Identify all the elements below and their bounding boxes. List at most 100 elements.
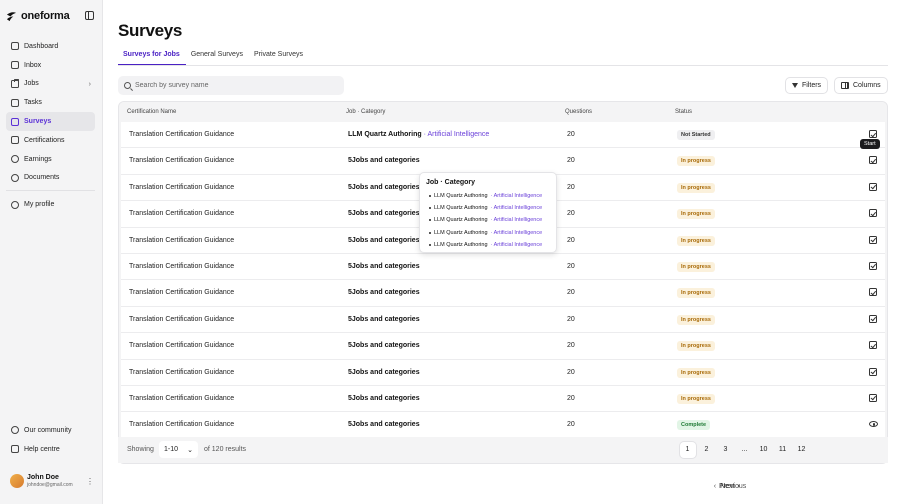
job-name: 5Jobs and categories xyxy=(348,368,420,376)
sidebar-item-dashboard[interactable]: Dashboard xyxy=(6,37,95,56)
sidebar-item-jobs[interactable]: Jobs › xyxy=(6,75,95,94)
sidebar-item-label: Our community xyxy=(24,426,72,434)
job-category[interactable]: 5Jobs and categories xyxy=(348,289,420,296)
column-header-status[interactable]: Status xyxy=(675,109,692,115)
table-row[interactable]: Translation Certification Guidance 5Jobs … xyxy=(121,307,885,334)
status-badge: In progress xyxy=(677,288,715,299)
sidebar-item-certifications[interactable]: Certifications xyxy=(6,131,95,150)
table-row[interactable]: Translation Certification Guidance 5Jobs … xyxy=(121,386,885,413)
job-name: 5Jobs and categories xyxy=(348,262,420,270)
status-badge: In progress xyxy=(677,341,715,352)
table-row[interactable]: Translation Certification Guidance 5Jobs … xyxy=(121,333,885,360)
job-name: 5Jobs and categories xyxy=(348,236,420,244)
page-button[interactable]: 10 xyxy=(756,442,772,458)
main-content: Surveys Surveys for Jobs General Surveys… xyxy=(103,0,900,504)
table-row[interactable]: Translation Certification Guidance 5Jobs … xyxy=(121,254,885,281)
job-category[interactable]: 5Jobs and categories xyxy=(348,184,420,191)
certification-name: Translation Certification Guidance xyxy=(129,368,235,376)
start-survey-icon[interactable] xyxy=(869,130,877,138)
question-count: 20 xyxy=(567,394,575,402)
user-menu[interactable]: John Doe johndoe@gmail.com xyxy=(10,474,73,488)
column-header-questions[interactable]: Questions xyxy=(565,109,592,115)
job-category[interactable]: 5Jobs and categories xyxy=(348,210,420,217)
view-icon[interactable] xyxy=(869,421,878,428)
more-vertical-icon[interactable]: ⋮ xyxy=(86,478,94,486)
sidebar-bottom-nav: Our community Help centre xyxy=(6,421,95,459)
sidebar-item-my-profile[interactable]: My profile xyxy=(6,195,95,214)
dashboard-icon xyxy=(11,42,19,51)
sidebar-item-help-centre[interactable]: Help centre xyxy=(6,440,95,459)
inbox-icon xyxy=(11,61,19,70)
popover-item: LLM Quartz Authoring · Artificial Intell… xyxy=(426,214,550,226)
table-row[interactable]: Translation Certification Guidance 5Jobs … xyxy=(121,360,885,386)
search-box xyxy=(118,76,344,95)
columns-button[interactable]: Columns xyxy=(834,77,888,94)
table-row[interactable]: Translation Certification Guidance 5Jobs … xyxy=(121,148,885,175)
job-category[interactable]: 5Jobs and categories xyxy=(348,395,420,402)
job-category[interactable]: 5Jobs and categories xyxy=(348,237,420,244)
start-survey-icon[interactable] xyxy=(869,182,877,191)
job-category[interactable]: 5Jobs and categories xyxy=(348,263,420,270)
page-button[interactable]: 3 xyxy=(718,442,734,458)
tab-private-surveys[interactable]: Private Surveys xyxy=(249,51,309,65)
popover-job: LLM Quartz Authoring xyxy=(434,241,488,248)
job-category[interactable]: 5Jobs and categories xyxy=(348,421,420,428)
job-category[interactable]: LLM Quartz Authoring · Artificial Intell… xyxy=(348,131,489,138)
status-badge: Not Started xyxy=(677,130,715,140)
table-row[interactable]: Translation Certification Guidance 5Jobs … xyxy=(121,412,885,439)
sidebar-item-earnings[interactable]: Earnings xyxy=(6,150,95,169)
page-button[interactable]: 1 xyxy=(679,441,696,458)
sidebar-collapse-icon[interactable] xyxy=(85,11,94,20)
search-input[interactable] xyxy=(135,82,335,89)
start-survey-icon[interactable] xyxy=(869,367,877,376)
start-survey-icon[interactable] xyxy=(869,341,877,350)
start-survey-icon[interactable] xyxy=(869,261,877,270)
column-header-name[interactable]: Certification Name xyxy=(127,109,176,115)
start-survey-icon[interactable] xyxy=(869,393,877,402)
bullet-icon xyxy=(429,195,431,198)
question-count: 20 xyxy=(567,289,575,297)
sidebar-item-tasks[interactable]: Tasks xyxy=(6,93,95,112)
sidebar-item-label: Dashboard xyxy=(24,42,59,50)
filters-button[interactable]: Filters xyxy=(785,77,829,94)
table-row[interactable]: Translation Certification Guidance LLM Qu… xyxy=(121,122,885,149)
page-button[interactable]: 11 xyxy=(775,442,791,458)
briefcase-icon xyxy=(11,78,19,89)
start-survey-icon[interactable] xyxy=(869,156,877,165)
tab-surveys-for-jobs[interactable]: Surveys for Jobs xyxy=(118,51,186,65)
sidebar-item-documents[interactable]: Documents xyxy=(6,169,95,188)
surveys-table: Certification Name Job · Category Questi… xyxy=(118,101,888,464)
tab-bar: Surveys for Jobs General Surveys Private… xyxy=(118,51,888,66)
job-name: 5Jobs and categories xyxy=(348,421,420,429)
start-survey-icon[interactable] xyxy=(869,209,877,218)
status-badge: In progress xyxy=(677,314,715,325)
sidebar-item-our-community[interactable]: Our community xyxy=(6,421,95,440)
sidebar-item-label: My profile xyxy=(24,201,55,209)
page-button[interactable]: 2 xyxy=(699,442,715,458)
page-button[interactable]: 12 xyxy=(794,442,810,458)
popover-category: · Artificial Intelligence xyxy=(490,205,543,212)
status-badge: In progress xyxy=(677,182,715,193)
sidebar-item-inbox[interactable]: Inbox xyxy=(6,56,95,75)
rows-per-page-select[interactable]: 1-10 ⌄ xyxy=(159,441,198,458)
job-category[interactable]: 5Jobs and categories xyxy=(348,342,420,349)
job-category[interactable]: 5Jobs and categories xyxy=(348,157,420,164)
job-category-popover: Job · Category LLM Quartz Authoring · Ar… xyxy=(419,172,557,253)
tab-general-surveys[interactable]: General Surveys xyxy=(186,51,249,65)
sidebar-item-label: Documents xyxy=(24,174,60,182)
popover-job: LLM Quartz Authoring xyxy=(434,217,488,224)
job-name: 5Jobs and categories xyxy=(348,183,420,191)
job-category[interactable]: 5Jobs and categories xyxy=(348,316,420,323)
start-survey-icon[interactable] xyxy=(869,288,877,297)
column-header-job-category[interactable]: Job · Category xyxy=(346,109,385,115)
start-survey-icon[interactable] xyxy=(869,314,877,323)
next-page-button[interactable]: Next › xyxy=(686,478,775,494)
sidebar-item-surveys[interactable]: Surveys xyxy=(6,112,95,131)
job-category[interactable]: 5Jobs and categories xyxy=(348,369,420,376)
table-row[interactable]: Translation Certification Guidance 5Jobs … xyxy=(121,280,885,307)
certification-name: Translation Certification Guidance xyxy=(129,394,235,402)
brand[interactable]: oneforma xyxy=(6,10,70,22)
popover-category: · Artificial Intelligence xyxy=(490,217,543,224)
start-survey-icon[interactable] xyxy=(869,235,877,244)
job-name: 5Jobs and categories xyxy=(348,315,420,323)
